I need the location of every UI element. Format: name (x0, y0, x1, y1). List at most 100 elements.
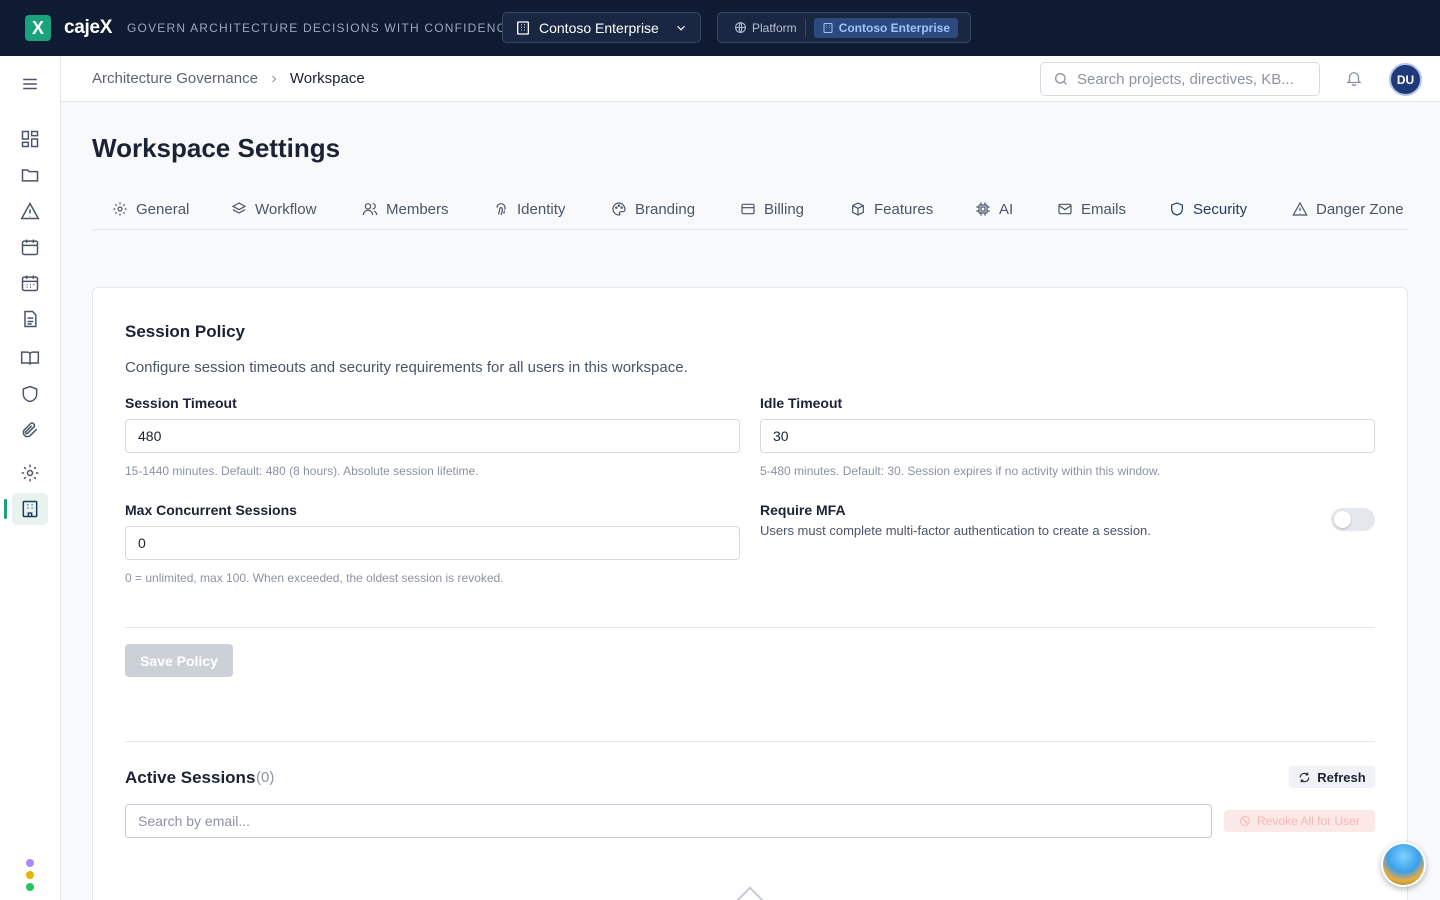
scope-enterprise[interactable]: Contoso Enterprise (813, 17, 959, 38)
book-icon[interactable] (12, 342, 48, 374)
mail-icon (1058, 203, 1072, 215)
tab-danger-zone[interactable]: Danger Zone (1292, 188, 1404, 230)
workspace-icon[interactable] (4, 493, 48, 525)
session-timeout-help: 15-1440 minutes. Default: 480 (8 hours).… (125, 464, 479, 478)
ban-icon (1240, 816, 1251, 826)
status-dots (26, 859, 34, 895)
tab-features[interactable]: Features (850, 188, 933, 230)
chevron-right-icon (272, 75, 277, 82)
divider (125, 627, 1375, 628)
tab-label: Workflow (255, 200, 317, 218)
schedule-icon[interactable] (12, 267, 48, 299)
globe-icon (735, 22, 746, 33)
calendar-icon[interactable] (12, 231, 48, 263)
session-policy-title: Session Policy (125, 322, 245, 341)
warning-icon (1292, 201, 1308, 216)
session-timeout-label: Session Timeout (125, 395, 237, 411)
tab-identity[interactable]: Identity (493, 188, 565, 230)
folder-icon[interactable] (12, 159, 48, 191)
breadcrumb-root[interactable]: Architecture Governance (92, 70, 258, 87)
settings-tabs: General Workflow Members Identity Brandi… (92, 188, 1408, 230)
page-header: Architecture Governance Workspace Search… (61, 56, 1440, 102)
menu-icon[interactable] (12, 68, 48, 100)
status-dot (26, 883, 34, 891)
tab-general[interactable]: General (112, 188, 189, 230)
assistant-fab[interactable] (1381, 842, 1426, 887)
document-icon[interactable] (12, 303, 48, 335)
tab-billing[interactable]: Billing (740, 188, 804, 230)
tab-ai[interactable]: AI (975, 188, 1013, 230)
tab-label: Emails (1081, 200, 1127, 218)
max-sessions-label: Max Concurrent Sessions (125, 502, 297, 518)
bell-icon[interactable] (1345, 69, 1363, 92)
shield-icon[interactable] (12, 378, 48, 410)
tab-label: Branding (635, 200, 696, 218)
status-dot (26, 859, 34, 867)
alert-icon[interactable] (12, 195, 48, 227)
mfa-toggle[interactable] (1331, 508, 1375, 531)
layers-icon (231, 202, 247, 214)
active-sessions-title: Active Sessions (125, 768, 256, 787)
scope-switcher: Platform Contoso Enterprise (717, 12, 971, 43)
max-sessions-input[interactable]: 0 (125, 526, 740, 560)
avatar[interactable]: DU (1389, 63, 1422, 96)
box-icon (852, 202, 864, 216)
mfa-label: Require MFA (760, 502, 846, 518)
tab-label: Members (386, 200, 449, 218)
users-icon (362, 203, 378, 216)
building-icon (517, 20, 529, 35)
top-bar: X cajeX GOVERN ARCHITECTURE DECISIONS WI… (0, 0, 1440, 56)
tab-label: AI (999, 200, 1014, 218)
breadcrumb: Architecture Governance Workspace (92, 70, 365, 87)
divider (125, 741, 1375, 742)
gear-icon (113, 202, 127, 216)
cpu-icon (976, 202, 990, 216)
tagline: GOVERN ARCHITECTURE DECISIONS WITH CONFI… (127, 21, 516, 35)
fingerprint-icon (496, 203, 506, 216)
brand-name: cajeX (64, 17, 113, 38)
global-search-placeholder: Search projects, directives, KB... (1077, 70, 1294, 88)
tab-workflow[interactable]: Workflow (231, 188, 316, 230)
idle-timeout-label: Idle Timeout (760, 395, 843, 411)
session-policy-description: Configure session timeouts and security … (125, 359, 688, 376)
mfa-description: Users must complete multi-factor authent… (760, 523, 1151, 538)
sidebar (0, 56, 61, 900)
scope-divider (804, 18, 806, 37)
workspace-selector[interactable]: Contoso Enterprise (502, 12, 701, 43)
max-sessions-help: 0 = unlimited, max 100. When exceeded, t… (125, 571, 504, 585)
scope-enterprise-label: Contoso Enterprise (838, 20, 951, 35)
shield-icon (1171, 202, 1183, 216)
app-logo[interactable]: X (25, 15, 51, 41)
session-timeout-input[interactable]: 480 (125, 419, 740, 453)
tab-security[interactable]: Security (1169, 188, 1247, 230)
tab-branding[interactable]: Branding (611, 188, 695, 230)
tab-label: Security (1193, 200, 1248, 218)
page-title: Workspace Settings (92, 133, 341, 163)
empty-state-icon (734, 886, 766, 900)
global-search-input[interactable]: Search projects, directives, KB... (1040, 62, 1320, 96)
credit-card-icon (741, 203, 755, 215)
tab-emails[interactable]: Emails (1057, 188, 1126, 230)
revoke-all-label: Revoke All for User (1257, 814, 1360, 828)
tab-label: Features (874, 200, 934, 218)
workspace-selector-label: Contoso Enterprise (539, 19, 659, 36)
idle-timeout-help: 5-480 minutes. Default: 30. Session expi… (760, 464, 1161, 478)
idle-timeout-input[interactable]: 30 (760, 419, 1375, 453)
tab-members[interactable]: Members (362, 188, 449, 230)
refresh-label: Refresh (1317, 769, 1366, 785)
scope-platform[interactable]: Platform (734, 21, 797, 35)
refresh-icon (1299, 772, 1310, 782)
refresh-button[interactable]: Refresh (1289, 766, 1375, 788)
revoke-all-button[interactable]: Revoke All for User (1224, 810, 1375, 832)
email-search-input[interactable]: Search by email... (125, 804, 1212, 838)
search-icon (1055, 73, 1067, 85)
settings-icon[interactable] (12, 457, 48, 489)
status-dot (26, 871, 34, 879)
tab-label: General (136, 200, 190, 218)
tab-label: Identity (517, 200, 566, 218)
paperclip-icon[interactable] (12, 414, 48, 446)
save-policy-button[interactable]: Save Policy (125, 644, 233, 677)
security-card: Session Policy Configure session timeout… (92, 287, 1408, 900)
chevron-down-icon (677, 25, 685, 31)
dashboard-icon[interactable] (12, 123, 48, 155)
